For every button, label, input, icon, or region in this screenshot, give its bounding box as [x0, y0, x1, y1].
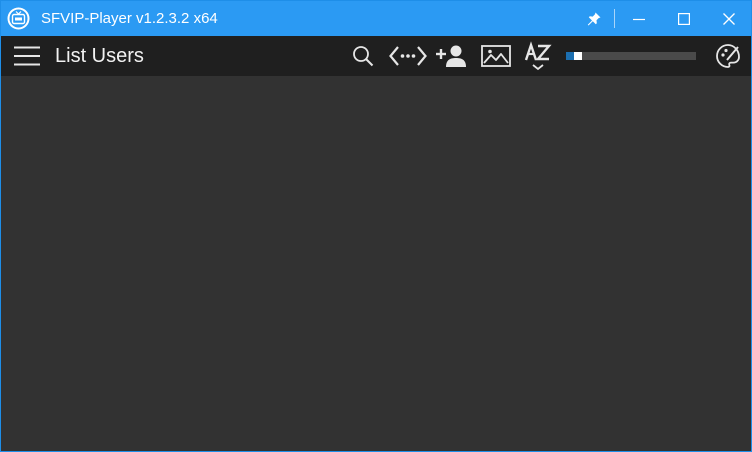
pin-icon	[587, 12, 601, 25]
volume-slider[interactable]	[566, 52, 696, 60]
maximize-button[interactable]	[662, 1, 706, 36]
search-button[interactable]	[348, 41, 378, 71]
title-bar[interactable]: SFVIP-Player v1.2.3.2 x64	[1, 1, 751, 36]
volume-track	[566, 52, 696, 60]
hamburger-menu-icon[interactable]	[14, 44, 40, 68]
user-list-area	[1, 76, 751, 451]
close-icon	[723, 12, 735, 25]
add-user-button[interactable]	[435, 41, 469, 71]
page-title: List Users	[55, 45, 144, 67]
minimize-button[interactable]	[617, 1, 661, 36]
add-user-icon	[436, 45, 466, 67]
code-arrows-button[interactable]	[388, 41, 428, 71]
sort-az-icon	[524, 41, 552, 71]
search-icon	[353, 46, 374, 67]
title-separator	[614, 9, 615, 28]
sort-az-button[interactable]	[523, 41, 553, 71]
volume-fill	[566, 52, 574, 60]
iptv-tv-logo-icon	[7, 7, 30, 30]
image-icon	[481, 45, 511, 67]
close-button[interactable]	[707, 1, 751, 36]
volume-thumb[interactable]	[574, 52, 582, 60]
minimize-icon	[633, 18, 645, 20]
maximize-icon	[678, 12, 690, 25]
code-arrows-icon	[389, 46, 427, 66]
window-title: SFVIP-Player v1.2.3.2 x64	[41, 10, 218, 27]
palette-icon	[716, 44, 740, 68]
app-window: SFVIP-Player v1.2.3.2 x64 List Users	[0, 0, 752, 452]
palette-button[interactable]	[713, 41, 743, 71]
pin-button[interactable]	[572, 1, 616, 36]
image-button[interactable]	[480, 41, 512, 71]
